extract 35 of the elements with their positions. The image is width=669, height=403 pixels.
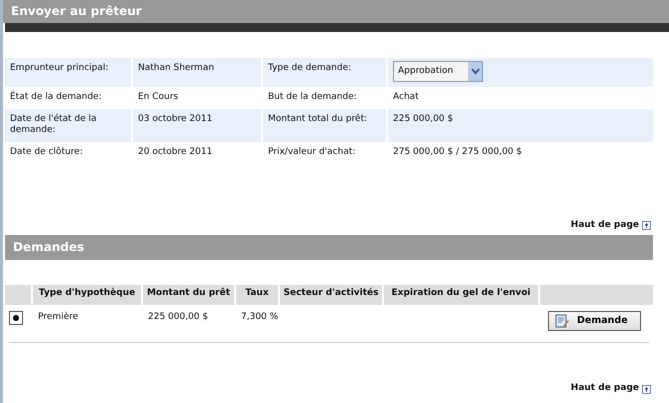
field-value: 275 000,00 $ / 275 000,00 $ [393, 147, 522, 158]
column-header: Taux [236, 285, 278, 306]
arrow-up-icon [642, 221, 651, 230]
back-to-top-link[interactable]: Haut de page [570, 220, 651, 232]
radio-button[interactable] [9, 311, 23, 326]
request-button[interactable]: Demande [548, 311, 641, 332]
request-type-dropdown[interactable]: Approbation [393, 61, 483, 82]
table-cell: 225 000,00 $ [148, 312, 208, 322]
field-label: But de la demande: [268, 92, 357, 102]
field-label: Date de l'état de la demande: [10, 114, 97, 136]
field-label: Montant total du prêt: [268, 114, 368, 124]
document-edit-icon [555, 314, 569, 328]
section-title: Demandes [5, 235, 653, 260]
field-label: Prix/valeur d'achat: [268, 147, 356, 158]
arrow-up-icon [642, 384, 651, 394]
page-title: Envoyer au prêteur [3, 0, 669, 23]
field-label: État de la demande: [10, 92, 102, 102]
field-value: 03 octobre 2011 [138, 114, 212, 124]
column-header: Montant du prêt [143, 285, 234, 306]
back-to-top-link[interactable]: Haut de page [570, 383, 651, 396]
field-label: Emprunteur principal: [10, 63, 108, 73]
field-value: 225 000,00 $ [393, 114, 454, 124]
field-label: Date de clôture: [10, 147, 83, 158]
column-header: Secteur d'activités [280, 285, 382, 306]
column-header: Expiration du gel de l'envoi [384, 285, 538, 306]
field-value: Nathan Sherman [138, 63, 214, 73]
column-header [5, 285, 31, 306]
field-value: 20 octobre 2011 [138, 147, 212, 158]
column-header: Type d'hypothèque [33, 285, 141, 306]
field-value: En Cours [138, 92, 178, 102]
field-label: Type de demande: [268, 63, 352, 73]
table-cell: Première [38, 312, 78, 322]
field-value: Achat [393, 92, 419, 102]
chevron-down-icon [470, 68, 480, 75]
table-cell: 7,300 % [241, 312, 278, 322]
